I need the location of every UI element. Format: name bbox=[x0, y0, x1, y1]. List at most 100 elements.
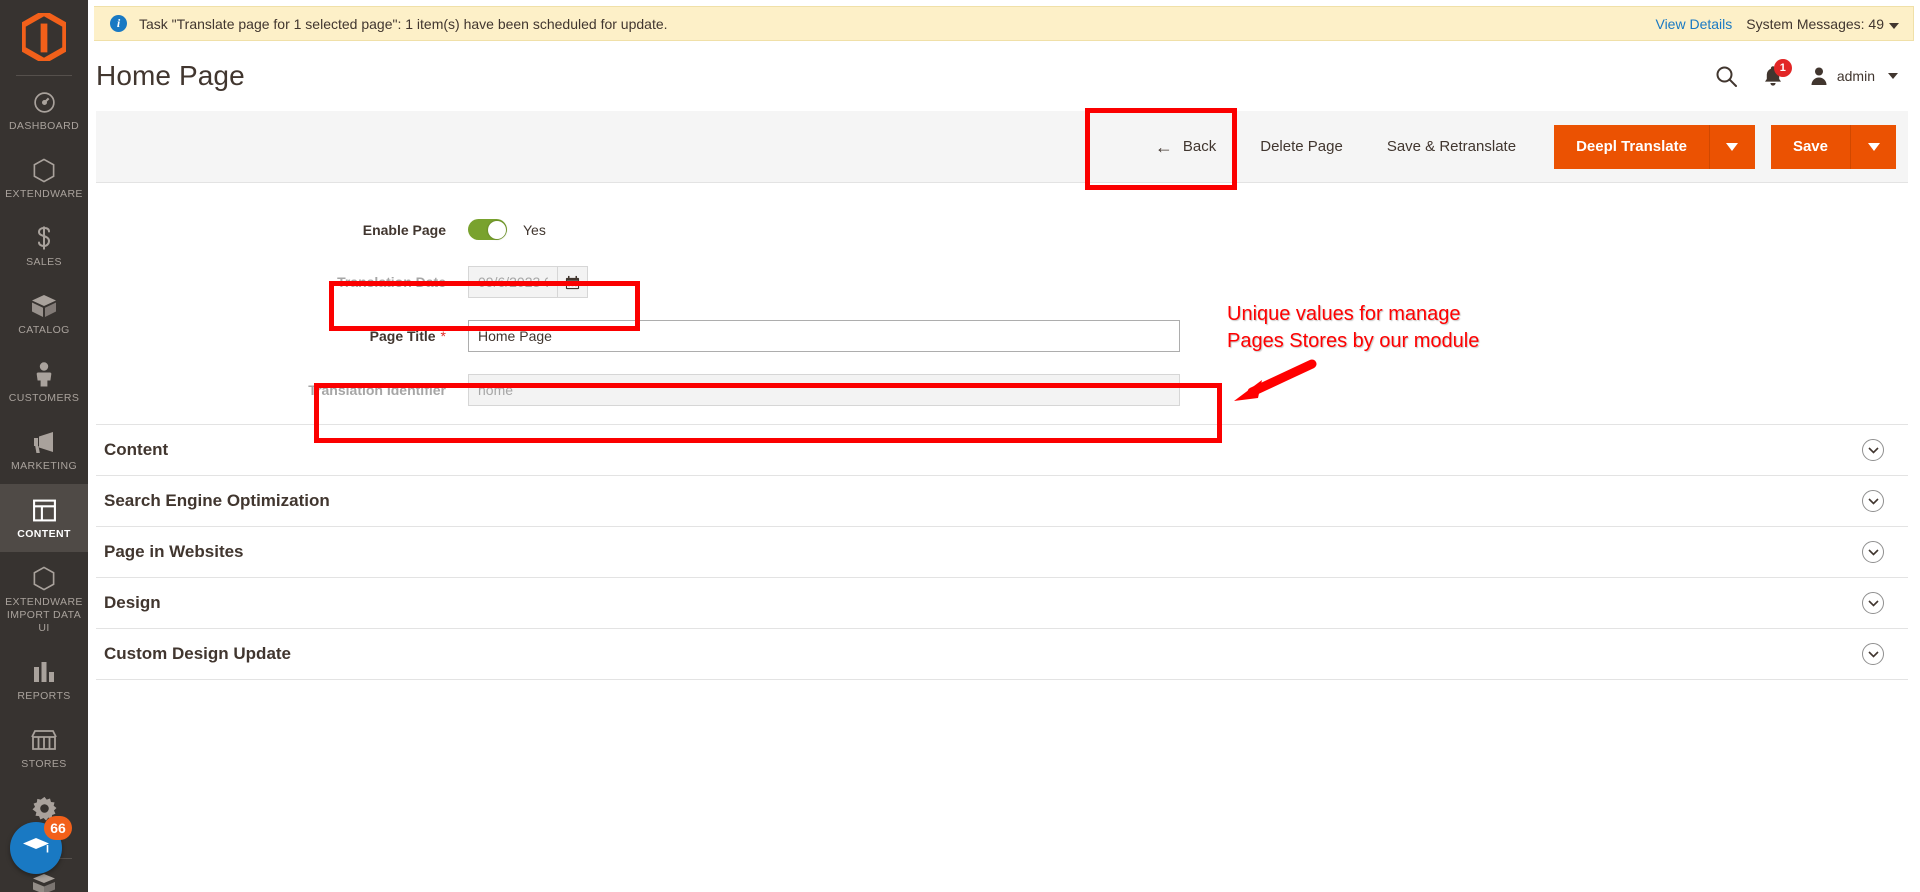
person-icon bbox=[35, 361, 53, 387]
system-messages-label: System Messages: 49 bbox=[1746, 15, 1884, 32]
megaphone-icon bbox=[31, 429, 57, 455]
page-header: Home Page 1 admin bbox=[88, 41, 1920, 111]
page-actions-toolbar: ← Back Delete Page Save & Retranslate De… bbox=[96, 111, 1908, 183]
save-button[interactable]: Save bbox=[1770, 124, 1850, 169]
save-dropdown-toggle[interactable] bbox=[1850, 124, 1896, 169]
sidebar-item-stores[interactable]: STORES bbox=[0, 714, 88, 782]
sidebar-item-label: SALES bbox=[26, 256, 62, 268]
notifications-bell-icon[interactable]: 1 bbox=[1763, 59, 1792, 87]
save-split-button: Save bbox=[1770, 124, 1896, 169]
section-page-in-websites[interactable]: Page in Websites bbox=[96, 526, 1908, 577]
hexagon-icon bbox=[32, 157, 56, 183]
sidebar-item-catalog[interactable]: CATALOG bbox=[0, 280, 88, 348]
layout-icon bbox=[32, 497, 57, 523]
view-details-link[interactable]: View Details bbox=[1655, 16, 1732, 32]
header-actions: 1 admin bbox=[1715, 59, 1898, 87]
section-design[interactable]: Design bbox=[96, 577, 1908, 628]
chevron-down-icon[interactable] bbox=[1862, 439, 1884, 461]
section-title: Design bbox=[104, 593, 161, 612]
required-marker: * bbox=[440, 328, 446, 344]
page-form: Enable Page Yes Translation Date 09/6/20… bbox=[88, 183, 1920, 406]
info-icon: i bbox=[110, 15, 127, 32]
box-icon bbox=[31, 293, 57, 319]
magento-admin-screen: DASHBOARD EXTENDWARE SALES CATALOG CUSTO… bbox=[0, 0, 1920, 892]
page-title-label-text: Page Title bbox=[369, 328, 436, 344]
sidebar-item-label: DASHBOARD bbox=[8, 120, 80, 132]
sidebar-item-label: CATALOG bbox=[18, 324, 70, 336]
enable-page-value: Yes bbox=[523, 221, 546, 238]
main-content: i Task "Translate page for 1 selected pa… bbox=[88, 0, 1920, 892]
field-translation-date: Translation Date bbox=[88, 266, 1920, 298]
sidebar-item-reports[interactable]: REPORTS bbox=[0, 646, 88, 714]
system-messages-toggle[interactable]: System Messages: 49 bbox=[1746, 16, 1899, 32]
translation-identifier-input[interactable] bbox=[468, 374, 1180, 406]
sidebar-item-label: MARKETING bbox=[10, 460, 78, 472]
deepl-translate-split-button: Deepl Translate bbox=[1554, 124, 1755, 169]
field-enable-page: Enable Page Yes bbox=[88, 219, 1920, 240]
enable-page-toggle[interactable] bbox=[468, 219, 507, 240]
sidebar-item-marketing[interactable]: MARKETING bbox=[0, 416, 88, 484]
section-title: Page in Websites bbox=[104, 542, 244, 561]
back-button[interactable]: ← Back bbox=[1133, 127, 1238, 167]
magento-logo[interactable] bbox=[0, 0, 88, 73]
translation-identifier-label: Translation Identifier bbox=[308, 382, 446, 398]
section-search-engine-optimization[interactable]: Search Engine Optimization bbox=[96, 475, 1908, 526]
toggle-knob bbox=[487, 220, 506, 239]
puzzle-block-icon bbox=[31, 872, 57, 892]
page-title-input[interactable] bbox=[468, 320, 1180, 352]
notification-count-badge: 1 bbox=[1773, 59, 1792, 77]
system-message-text: Task "Translate page for 1 selected page… bbox=[139, 15, 668, 32]
chevron-down-icon[interactable] bbox=[1862, 592, 1884, 614]
section-title: Search Engine Optimization bbox=[104, 491, 330, 510]
save-and-retranslate-button[interactable]: Save & Retranslate bbox=[1365, 127, 1538, 167]
sidebar-item-extendware-import-data-ui[interactable]: EXTENDWARE IMPORT DATA UI bbox=[0, 552, 88, 646]
sidebar-item-sales[interactable]: SALES bbox=[0, 212, 88, 280]
sidebar-item-customers[interactable]: CUSTOMERS bbox=[0, 348, 88, 416]
collapsible-sections: Content Search Engine Optimization Page … bbox=[96, 424, 1908, 680]
annotation-callout: Unique values for manage Pages Stores by… bbox=[1227, 303, 1480, 352]
section-content[interactable]: Content bbox=[96, 424, 1908, 475]
sections-bottom-divider bbox=[96, 679, 1908, 680]
sidebar-item-label: STORES bbox=[21, 758, 67, 770]
avatar bbox=[1811, 67, 1827, 85]
section-custom-design-update[interactable]: Custom Design Update bbox=[96, 628, 1908, 679]
system-message-actions: View Details System Messages: 49 bbox=[1655, 16, 1899, 32]
magento-logo-icon bbox=[22, 12, 66, 61]
chevron-down-icon bbox=[1726, 142, 1739, 151]
translation-date-input[interactable] bbox=[468, 266, 558, 298]
admin-menu[interactable]: admin bbox=[1809, 66, 1898, 86]
graduation-cap-icon bbox=[23, 838, 49, 853]
deepl-translate-button[interactable]: Deepl Translate bbox=[1554, 124, 1709, 169]
hexagon-icon bbox=[32, 565, 56, 591]
sidebar-nav: DASHBOARD EXTENDWARE SALES CATALOG CUSTO… bbox=[0, 0, 88, 892]
chevron-down-icon[interactable] bbox=[1862, 490, 1884, 512]
dollar-icon bbox=[32, 225, 56, 251]
chevron-down-icon[interactable] bbox=[1862, 643, 1884, 665]
page-title-label: Page Title * bbox=[88, 328, 468, 344]
deepl-translate-dropdown-toggle[interactable] bbox=[1708, 124, 1755, 169]
enable-page-label: Enable Page bbox=[362, 221, 446, 238]
sidebar-item-label: CONTENT bbox=[17, 528, 71, 540]
delete-page-button[interactable]: Delete Page bbox=[1238, 127, 1365, 167]
chevron-down-icon bbox=[1888, 73, 1898, 79]
sidebar-item-label: CUSTOMERS bbox=[8, 392, 80, 404]
back-button-label: Back bbox=[1182, 138, 1217, 155]
chevron-down-icon bbox=[1867, 142, 1880, 151]
section-title: Content bbox=[104, 440, 169, 459]
sidebar-item-dashboard[interactable]: DASHBOARD bbox=[0, 76, 88, 144]
search-icon[interactable] bbox=[1715, 65, 1737, 87]
dashboard-icon bbox=[32, 89, 57, 115]
chevron-down-icon[interactable] bbox=[1862, 541, 1884, 563]
sidebar-item-label: EXTENDWARE IMPORT DATA UI bbox=[5, 596, 83, 634]
sidebar-item-content[interactable]: CONTENT bbox=[0, 484, 88, 552]
system-message-bar: i Task "Translate page for 1 selected pa… bbox=[94, 6, 1914, 41]
bar-chart-icon bbox=[32, 659, 56, 685]
section-title: Custom Design Update bbox=[104, 644, 292, 663]
chevron-down-icon bbox=[1889, 22, 1899, 29]
translation-date-label: Translation Date bbox=[337, 274, 446, 290]
sidebar-item-label: REPORTS bbox=[17, 690, 71, 702]
sidebar-item-label: EXTENDWARE bbox=[5, 188, 83, 200]
storefront-icon bbox=[31, 727, 57, 753]
calendar-icon[interactable] bbox=[558, 266, 588, 298]
sidebar-item-extendware[interactable]: EXTENDWARE bbox=[0, 144, 88, 212]
